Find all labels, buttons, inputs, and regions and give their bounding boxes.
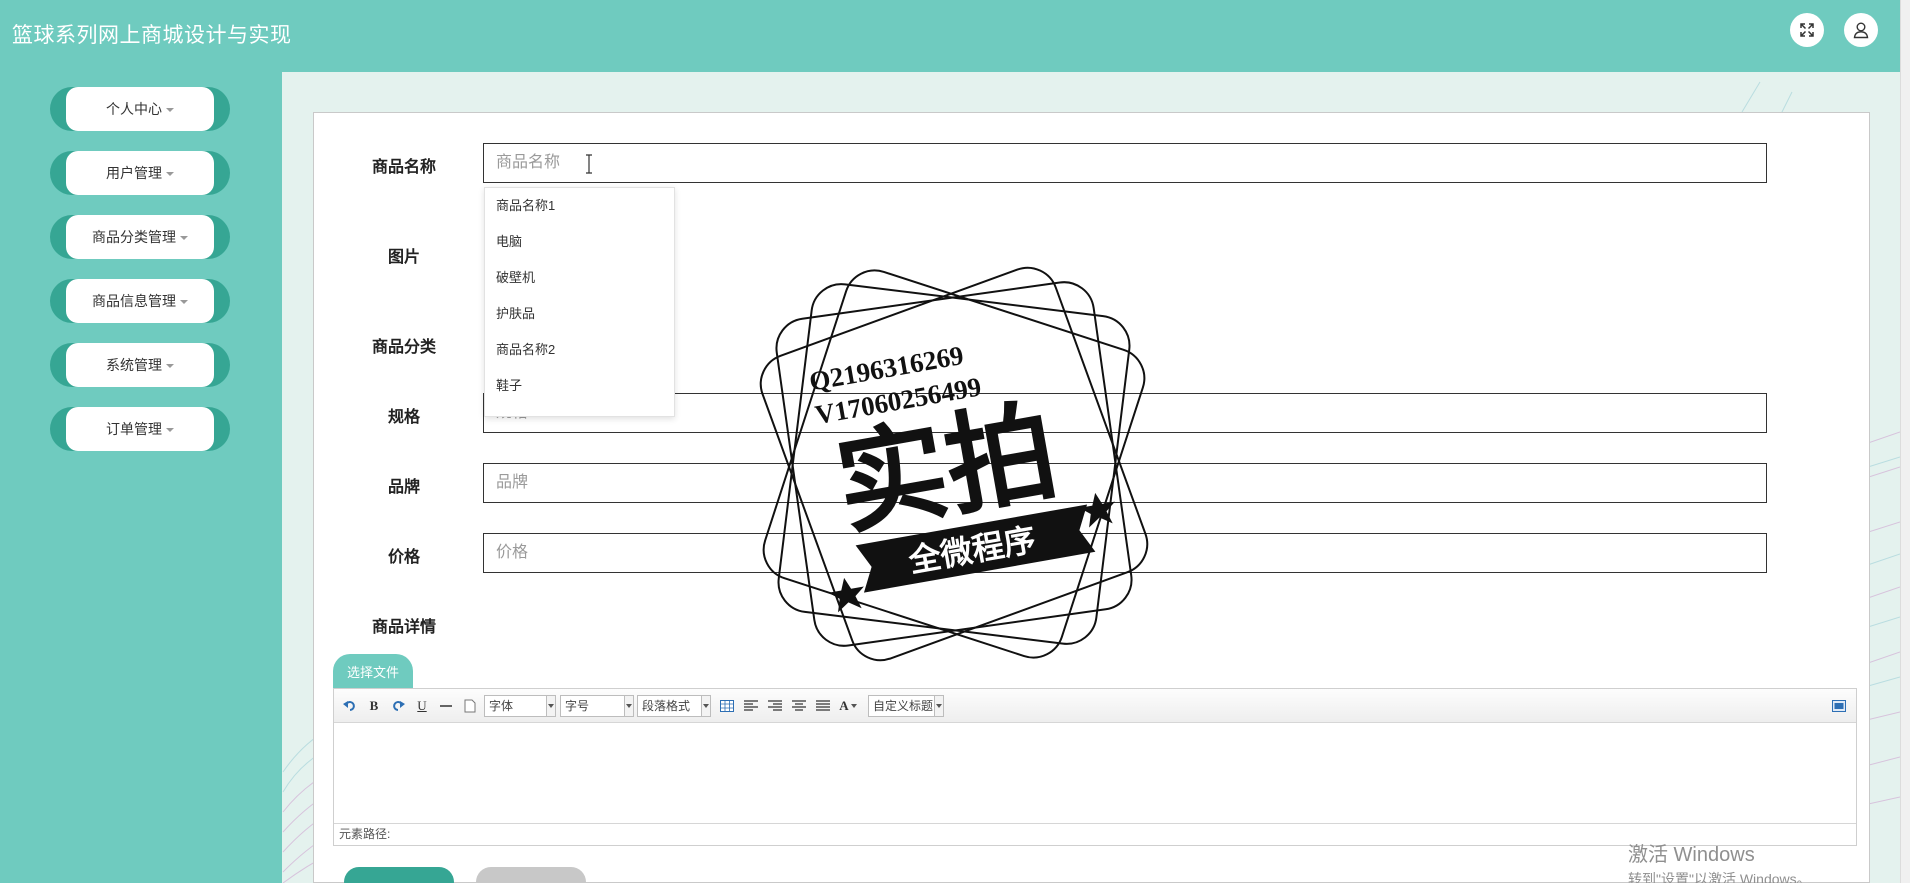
submit-button[interactable] (344, 867, 454, 883)
spec-label: 规格 (387, 409, 420, 426)
justify-icon (816, 700, 830, 711)
caret-down-icon (166, 108, 174, 112)
source-code-icon (1832, 700, 1846, 712)
font-family-select[interactable]: 字体 (484, 695, 556, 717)
font-size-select[interactable]: 字号 (560, 695, 634, 717)
sidebar-item-user-management[interactable]: 用户管理 (50, 151, 230, 195)
align-right-icon (768, 700, 782, 711)
user-icon (1853, 22, 1869, 39)
align-center-icon (792, 700, 806, 711)
table-icon (720, 700, 734, 712)
sidebar-item-pill: 系统管理 (66, 343, 214, 387)
user-menu-button[interactable] (1844, 13, 1878, 47)
fullscreen-button[interactable] (1790, 13, 1824, 47)
sidebar-item-label: 个人中心 (106, 101, 162, 117)
autocomplete-option[interactable]: 商品名称2 (485, 332, 674, 368)
autocomplete-option[interactable]: 鞋子 (485, 368, 674, 404)
select-arrow-icon (624, 696, 633, 716)
sidebar-item-label: 用户管理 (106, 165, 162, 181)
caret-down-icon (180, 236, 188, 240)
sidebar-item-product-management[interactable]: 商品信息管理 (50, 279, 230, 323)
font-color-button[interactable]: A (837, 696, 859, 716)
font-size-value: 字号 (565, 699, 590, 713)
windows-activation-watermark: 激活 Windows 转到"设置"以激活 Windows。 (1628, 838, 1811, 883)
sidebar-item-pill: 订单管理 (66, 407, 214, 451)
custom-title-select[interactable]: 自定义标题 (868, 695, 944, 717)
autocomplete-option[interactable]: 电脑 (485, 224, 674, 260)
sidebar-item-pill: 商品信息管理 (66, 279, 214, 323)
undo-icon (343, 701, 355, 711)
sidebar-item-pill: 用户管理 (66, 151, 214, 195)
caret-down-icon (166, 364, 174, 368)
rich-text-editor: B U 字体 字号 段落格式 A 自定义标题 元素路径: (333, 688, 1857, 846)
text-cursor-icon (586, 154, 592, 174)
undo-button[interactable] (342, 696, 358, 716)
select-arrow-icon (701, 696, 710, 716)
page-button[interactable] (462, 696, 478, 716)
caret-down-icon (180, 300, 188, 304)
page-icon (464, 699, 476, 713)
sidebar-item-label: 商品信息管理 (92, 293, 176, 309)
sidebar-item-label: 订单管理 (106, 421, 162, 437)
page-scrollbar[interactable] (1900, 0, 1910, 883)
paragraph-format-select[interactable]: 段落格式 (637, 695, 711, 717)
autocomplete-option[interactable]: 破壁机 (485, 260, 674, 296)
font-color-label: A (839, 698, 849, 713)
sidebar-item-label: 商品分类管理 (92, 229, 176, 245)
choose-file-button[interactable]: 选择文件 (333, 654, 413, 688)
editor-content-area[interactable] (334, 723, 1856, 825)
paragraph-format-value: 段落格式 (642, 699, 691, 713)
source-code-button[interactable] (1831, 696, 1847, 716)
insert-table-button[interactable] (719, 696, 735, 716)
horizontal-rule-icon (440, 705, 452, 707)
price-label: 价格 (387, 549, 420, 566)
brand-label: 品牌 (387, 479, 420, 496)
custom-title-value: 自定义标题 (873, 699, 934, 713)
detail-label: 商品详情 (371, 619, 436, 636)
app-title: 篮球系列网上商城设计与实现 (12, 23, 292, 47)
sidebar-item-category-management[interactable]: 商品分类管理 (50, 215, 230, 259)
justify-button[interactable] (815, 696, 831, 716)
align-left-icon (744, 700, 758, 711)
redo-button[interactable] (390, 696, 406, 716)
bold-button[interactable]: B (366, 696, 382, 716)
caret-down-icon (850, 704, 857, 708)
expand-icon (1800, 23, 1814, 37)
product-name-input[interactable] (483, 143, 1767, 183)
activation-title: 激活 Windows (1628, 844, 1755, 866)
sidebar: 个人中心 用户管理 商品分类管理 商品信息管理 系统管理 订单管理 (0, 72, 282, 883)
autocomplete-option[interactable]: 商品名称1 (485, 188, 674, 224)
align-left-button[interactable] (743, 696, 759, 716)
name-autocomplete-list: 商品名称1 电脑 破壁机 护肤品 商品名称2 鞋子 (484, 187, 675, 417)
top-header: 篮球系列网上商城设计与实现 (0, 0, 1900, 72)
cancel-button[interactable] (476, 867, 586, 883)
select-arrow-icon (934, 696, 943, 716)
sidebar-item-label: 系统管理 (106, 357, 162, 373)
activation-subtitle: 转到"设置"以激活 Windows。 (1628, 871, 1811, 883)
sidebar-item-pill: 商品分类管理 (66, 215, 214, 259)
select-arrow-icon (546, 696, 555, 716)
redo-icon (393, 701, 405, 711)
editor-toolbar: B U 字体 字号 段落格式 A 自定义标题 (334, 689, 1856, 723)
image-label: 图片 (387, 249, 420, 266)
product-name-label: 商品名称 (371, 159, 436, 176)
autocomplete-option[interactable]: 护肤品 (485, 296, 674, 332)
underline-button[interactable]: U (414, 696, 430, 716)
caret-down-icon (166, 428, 174, 432)
align-right-button[interactable] (767, 696, 783, 716)
sidebar-item-personal-center[interactable]: 个人中心 (50, 87, 230, 131)
caret-down-icon (166, 172, 174, 176)
sidebar-item-system-management[interactable]: 系统管理 (50, 343, 230, 387)
sidebar-item-order-management[interactable]: 订单管理 (50, 407, 230, 451)
font-family-value: 字体 (489, 699, 514, 713)
category-label: 商品分类 (371, 339, 436, 356)
align-center-button[interactable] (791, 696, 807, 716)
sidebar-item-pill: 个人中心 (66, 87, 214, 131)
stamp-watermark: Q2196316269 V17060256499 实拍 全微程序 (759, 266, 1149, 662)
horizontal-rule-button[interactable] (438, 696, 454, 716)
